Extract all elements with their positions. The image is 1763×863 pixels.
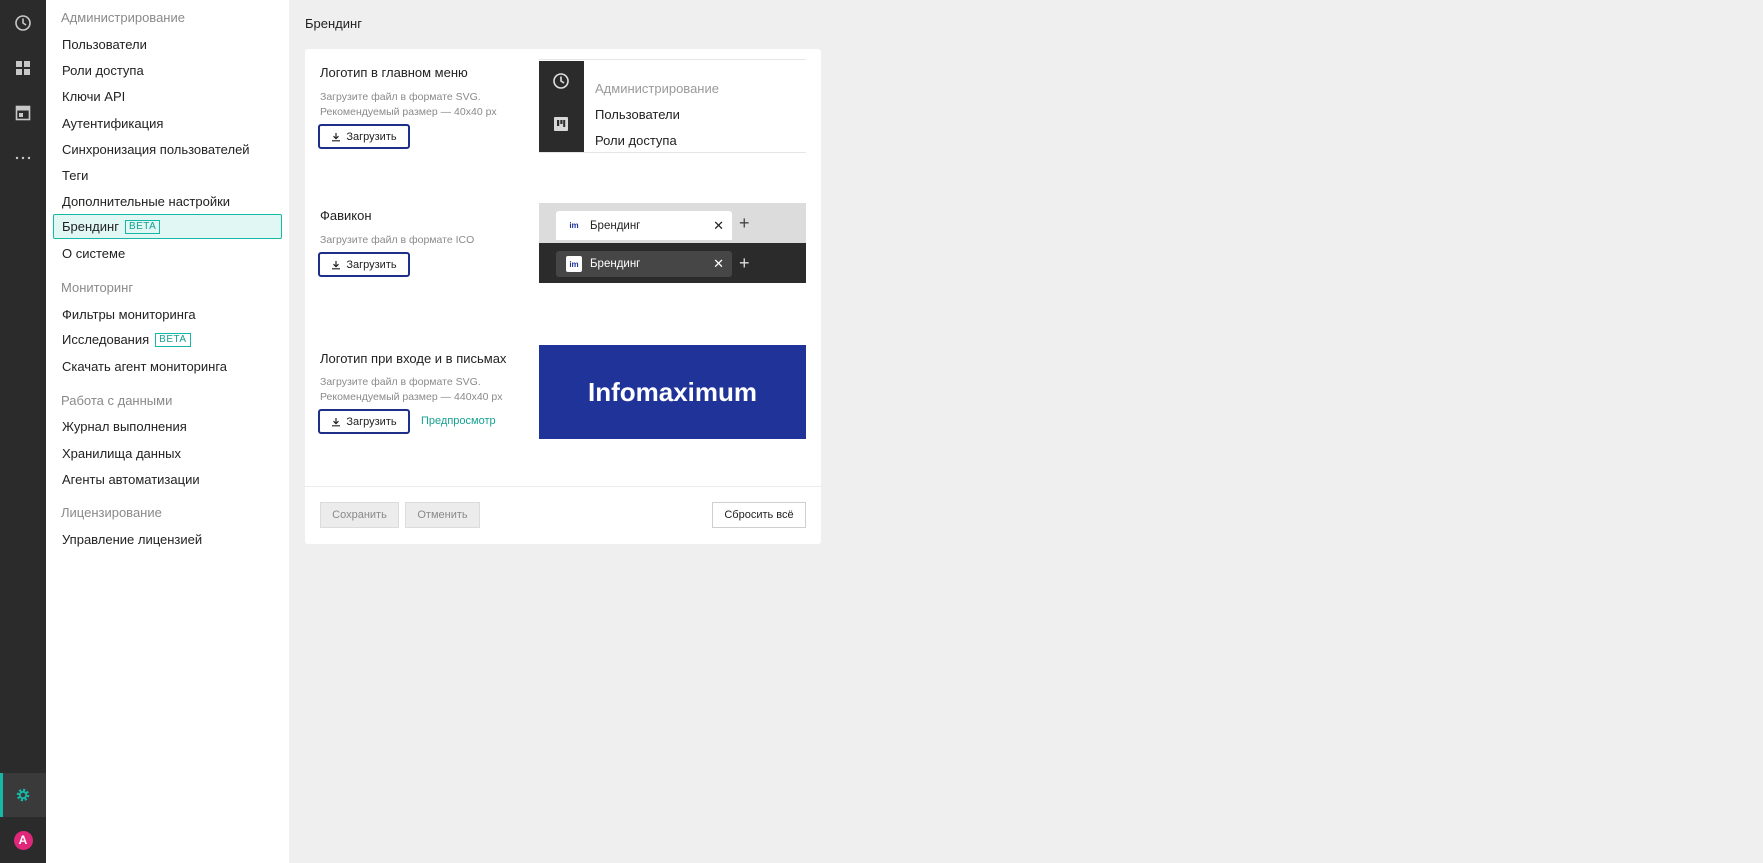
sidebar-item-label: Хранилища данных (62, 446, 181, 461)
sidebar-item-label: Дополнительные настройки (62, 194, 231, 209)
clock-icon (552, 72, 570, 95)
store-icon[interactable] (0, 91, 46, 135)
close-icon: ✕ (713, 217, 724, 233)
sidebar-section-licensing: Лицензирование (61, 505, 162, 520)
sidebar-item-label: Роли доступа (62, 63, 144, 78)
preview-rail (539, 61, 584, 152)
preview-menu-section: Администрирование (595, 81, 719, 96)
favicon-desc: Загрузите файл в формате ICO (320, 234, 475, 246)
sidebar-item-label: О системе (62, 246, 126, 261)
favicon-icon: im (566, 256, 582, 272)
sidebar-item-label: Журнал выполнения (62, 419, 187, 434)
sidebar-item-download-agent[interactable]: Скачать агент мониторинга (53, 354, 282, 379)
preview-menu-item: Роли доступа (595, 133, 677, 148)
sidebar-item-label: Брендинг (62, 219, 119, 234)
login-logo-desc-line1: Загрузите файл в формате SVG. (320, 376, 481, 388)
sidebar-item-label: Агенты автоматизации (62, 472, 200, 487)
sidebar-item-label: Аутентификация (62, 116, 164, 131)
sidebar-item-about[interactable]: О системе (53, 241, 282, 266)
branding-card: Логотип в главном меню Загрузите файл в … (305, 49, 821, 544)
sidebar-item-tags[interactable]: Теги (53, 163, 282, 188)
favicon-title: Фавикон (320, 208, 372, 223)
menu-logo-desc-line2: Рекомендуемый размер — 40x40 px (320, 106, 497, 118)
sidebar-item-label: Пользователи (62, 37, 147, 52)
login-logo-upload-button[interactable]: Загрузить (318, 409, 410, 434)
download-icon (332, 132, 341, 141)
sidebar-section-admin: Администрирование (61, 10, 185, 25)
login-logo-desc: Загрузите файл в формате SVG. Рекомендуе… (320, 375, 520, 405)
light-tab-bar: im Брендинг ✕ + (539, 203, 806, 243)
sidebar-item-api-keys[interactable]: Ключи API (53, 84, 282, 109)
menu-logo-desc: Загрузите файл в формате SVG. Рекомендуе… (320, 90, 520, 120)
icon-rail: A (0, 0, 46, 863)
sidebar-item-label: Исследования (62, 332, 150, 347)
sidebar-item-label: Теги (62, 168, 89, 183)
sidebar-item-auth[interactable]: Аутентификация (53, 111, 282, 136)
favicon-preview: im Брендинг ✕ + im Брендинг ✕ + (539, 203, 806, 283)
dark-tab-bar: im Брендинг ✕ + (539, 243, 806, 283)
preview-tab-light: im Брендинг ✕ (556, 211, 732, 240)
page-title: Брендинг (305, 16, 362, 31)
download-icon (332, 417, 341, 426)
sidebar-item-label: Управление лицензией (62, 532, 203, 547)
save-button[interactable]: Сохранить (320, 502, 399, 528)
beta-badge: BETA (124, 219, 161, 234)
upload-label: Загрузить (346, 258, 397, 271)
sidebar-item-label: Синхронизация пользователей (62, 142, 250, 157)
login-logo-title: Логотип при входе и в письмах (320, 351, 507, 366)
favicon-upload-button[interactable]: Загрузить (318, 252, 410, 277)
avatar[interactable]: A (0, 818, 46, 862)
menu-logo-title: Логотип в главном меню (320, 65, 468, 80)
sidebar-item-monitoring-filters[interactable]: Фильтры мониторинга (53, 302, 282, 327)
sidebar-item-label: Фильтры мониторинга (62, 307, 196, 322)
upload-label: Загрузить (346, 130, 397, 143)
sidebar-section-data: Работа с данными (61, 393, 173, 408)
sidebar-item-license-management[interactable]: Управление лицензией (53, 527, 282, 552)
logo-placeholder-icon (554, 117, 568, 136)
sidebar-item-data-storage[interactable]: Хранилища данных (53, 441, 282, 466)
plus-icon: + (739, 253, 750, 273)
sidebar: Администрирование Пользователи Роли дост… (46, 0, 289, 863)
sidebar-item-label: Ключи API (62, 89, 126, 104)
favicon-icon: im (569, 221, 579, 230)
plus-icon: + (739, 213, 750, 233)
clock-icon[interactable] (0, 1, 46, 45)
cancel-button[interactable]: Отменить (405, 502, 480, 528)
footer-divider (305, 486, 821, 487)
sidebar-item-label: Скачать агент мониторинга (62, 359, 228, 374)
preview-link[interactable]: Предпросмотр (421, 415, 496, 427)
beta-badge: BETA (155, 332, 191, 347)
sidebar-item-exec-log[interactable]: Журнал выполнения (53, 414, 282, 439)
sidebar-item-branding[interactable]: Брендинг BETA (53, 214, 282, 239)
preview-menu-item: Пользователи (595, 107, 680, 122)
brand-logo-text: Infomaximum (587, 376, 758, 407)
login-logo-preview: Infomaximum (539, 345, 806, 439)
menu-logo-preview: Администрирование Пользователи Роли дост… (539, 59, 806, 153)
dashboard-icon[interactable] (0, 46, 46, 90)
sidebar-item-extra-settings[interactable]: Дополнительные настройки (53, 189, 282, 214)
avatar-letter: A (13, 830, 33, 850)
sidebar-section-monitoring: Мониторинг (61, 280, 134, 295)
sidebar-item-research[interactable]: Исследования BETA (53, 327, 282, 352)
login-logo-desc-line2: Рекомендуемый размер — 440x40 px (320, 391, 503, 403)
close-icon: ✕ (713, 256, 724, 271)
menu-logo-upload-button[interactable]: Загрузить (318, 124, 410, 149)
sidebar-item-automation-agents[interactable]: Агенты автоматизации (53, 467, 282, 492)
download-icon (332, 260, 341, 269)
tab-label: Брендинг (590, 258, 641, 270)
tab-label: Брендинг (590, 219, 641, 232)
menu-logo-desc-line1: Загрузите файл в формате SVG. (320, 91, 481, 103)
gear-icon[interactable] (0, 773, 46, 817)
more-icon[interactable] (0, 136, 46, 180)
sidebar-item-users[interactable]: Пользователи (53, 32, 282, 57)
preview-tab-dark: im Брендинг ✕ (556, 251, 732, 277)
sidebar-item-roles[interactable]: Роли доступа (53, 58, 282, 83)
reset-all-button[interactable]: Сбросить всё (712, 502, 806, 528)
upload-label: Загрузить (346, 415, 397, 428)
sidebar-item-user-sync[interactable]: Синхронизация пользователей (53, 137, 282, 162)
